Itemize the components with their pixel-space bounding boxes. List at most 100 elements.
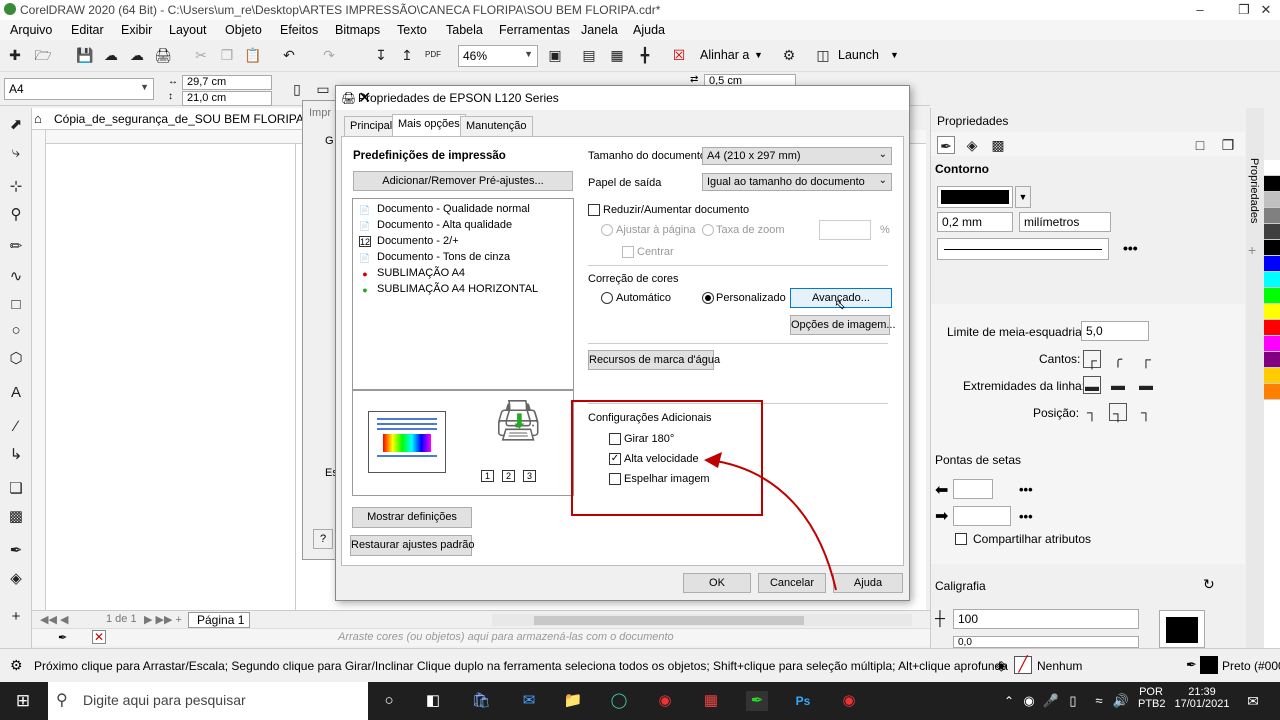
pdf-export-icon[interactable]: PDF [424,46,442,64]
reset-icon[interactable]: ↻ [1203,576,1215,593]
menu-exibir[interactable]: Exibir [121,23,152,37]
freehand-tool-icon[interactable]: ✏ [7,238,25,256]
palette-swatch[interactable] [1264,320,1280,336]
page-size-combo[interactable]: A4 ▼ [4,78,154,100]
store-icon[interactable]: 🛍 [470,691,492,711]
scroll-thumb[interactable] [534,616,804,625]
cloud-upload-icon[interactable]: ☁ [102,46,120,64]
outline-width-input[interactable]: 0,2 mm [937,212,1013,232]
snap-off-icon[interactable]: ☒ [670,46,688,64]
menu-arquivo[interactable]: Arquivo [10,23,52,37]
transparency-icon[interactable]: ▩ [7,508,25,526]
clock[interactable]: 21:39 17/01/2021 [1174,686,1230,710]
palette-swatch[interactable] [1264,192,1280,208]
cap-round-icon[interactable]: ▬ [1109,376,1127,394]
pick-tool-icon[interactable]: ⬈ [7,116,25,134]
page-height-input[interactable]: 21,0 cm [182,91,272,106]
anydesk-icon[interactable]: ◉ [838,691,860,711]
add-remove-presets-button[interactable]: Adicionar/Remover Pré-ajustes... [353,171,573,191]
position-inside-icon[interactable]: ┐ [1137,403,1155,421]
open-folder-icon[interactable]: 🗁 [34,46,52,64]
artistic-media-icon[interactable]: ∿ [7,268,25,286]
palette-swatch[interactable] [1264,208,1280,224]
palette-swatch[interactable] [1264,288,1280,304]
close-icon[interactable]: ✕ [1250,0,1280,20]
doc-size-select[interactable]: A4 (210 x 297 mm) ⌄ [702,147,892,165]
cortana-icon[interactable]: ○ [378,691,400,711]
corner-miter-icon[interactable]: ┌ [1083,350,1101,368]
frame-icon[interactable]: □ [1191,136,1209,154]
presets-list[interactable]: 📄 Documento - Qualidade normal 📄 Documento… [352,198,574,390]
palette-swatch[interactable] [1264,384,1280,400]
menu-ajuda[interactable]: Ajuda [633,23,665,37]
portrait-icon[interactable]: ▯ [288,80,306,98]
show-settings-button[interactable]: Mostrar definições [352,507,472,528]
angle-input[interactable]: 0,0 [953,636,1139,648]
help-question-button[interactable]: ? [313,529,333,549]
palette-swatch[interactable] [1264,272,1280,288]
document-tab[interactable]: ⌂ Cópia_de_segurança_de_SOU BEM FLORIPA.… [32,108,329,130]
edge-icon[interactable]: ◯ [608,691,630,711]
copy-props-icon[interactable]: ❐ [1219,136,1237,154]
connector-tool-icon[interactable]: ↳ [7,446,25,464]
battery-icon[interactable]: ▯ [1062,691,1084,711]
stretch-input[interactable]: 100 [953,609,1139,629]
close-icon[interactable]: ✕ [358,88,901,108]
task-view-icon[interactable]: ◧ [422,691,444,711]
menu-tabela[interactable]: Tabela [446,23,483,37]
tab-mais-opcoes[interactable]: Mais opções [392,114,466,136]
tray-app-icon[interactable]: ◉ [1018,691,1040,711]
tray-chevron-icon[interactable]: ⌃ [998,691,1020,711]
list-item[interactable]: ● SUBLIMAÇÃO A4 [359,267,465,280]
start-arrow-select[interactable] [953,479,993,499]
chrome-icon[interactable]: ◉ [654,691,676,711]
list-item[interactable]: ● SUBLIMAÇÃO A4 HORIZONTAL [359,283,538,296]
notifications-icon[interactable]: ✉ [1242,691,1264,711]
launch-button[interactable]: Launch [838,48,879,62]
palette-swatch[interactable] [1264,256,1280,272]
page-area[interactable] [46,144,296,610]
menu-texto[interactable]: Texto [397,23,427,37]
shape-tool-icon[interactable]: ⤷ [7,144,25,162]
menu-editar[interactable]: Editar [71,23,104,37]
auto-radio[interactable] [601,292,613,304]
add-docker-icon[interactable]: + [1248,242,1256,258]
menu-ferramentas[interactable]: Ferramentas [499,23,570,37]
restore-defaults-button[interactable]: Restaurar ajustes padrão [350,535,475,556]
page-next-arrows[interactable]: ▶ ▶▶ + [144,613,182,626]
corner-bevel-icon[interactable]: ┌ [1137,350,1155,368]
properties-vertical-tab[interactable]: Propriedades [1248,158,1260,223]
undo-icon[interactable]: ↶ [280,46,298,64]
more-icon[interactable]: ••• [1123,240,1138,256]
menu-efeitos[interactable]: Efeitos [280,23,318,37]
drop-shadow-icon[interactable]: ❏ [7,480,25,498]
windows-start-icon[interactable]: ⊞ [12,691,34,711]
list-item[interactable]: 📄 Documento - Qualidade normal [359,203,529,216]
home-icon[interactable]: ⌂ [34,111,42,126]
palette-swatch[interactable] [1264,304,1280,320]
eyedropper-icon[interactable]: ✒ [7,542,25,560]
crop-tool-icon[interactable]: ⊹ [7,178,25,196]
file-explorer-icon[interactable]: 📁 [562,691,584,711]
custom-radio[interactable] [702,292,714,304]
list-item[interactable]: 12 Documento - 2/+ [359,235,459,247]
palette-swatch[interactable] [1264,240,1280,256]
horizontal-scrollbar[interactable] [492,614,912,626]
palette-swatch[interactable] [1264,160,1280,176]
cap-square-icon[interactable]: ▬ [1137,376,1155,394]
more-icon[interactable]: ••• [1019,509,1033,524]
transparency-icon[interactable]: ▩ [989,136,1007,154]
center-checkbox[interactable] [622,246,634,258]
menu-janela[interactable]: Janela [581,23,618,37]
miter-input[interactable]: 5,0 [1081,321,1149,341]
dimension-tool-icon[interactable]: ∕ [7,418,25,436]
cap-butt-icon[interactable]: ▬ [1083,376,1101,394]
palette-swatch[interactable] [1264,352,1280,368]
print-icon[interactable]: 🖨 [154,46,172,64]
palette-swatch[interactable] [1264,336,1280,352]
zoom-rate-radio[interactable] [702,224,714,236]
language-indicator[interactable]: POR PTB2 [1138,686,1166,710]
chevron-down-icon[interactable]: ▼ [1015,186,1031,208]
rectangle-tool-icon[interactable]: □ [7,296,25,314]
polygon-tool-icon[interactable]: ⬡ [7,350,25,368]
